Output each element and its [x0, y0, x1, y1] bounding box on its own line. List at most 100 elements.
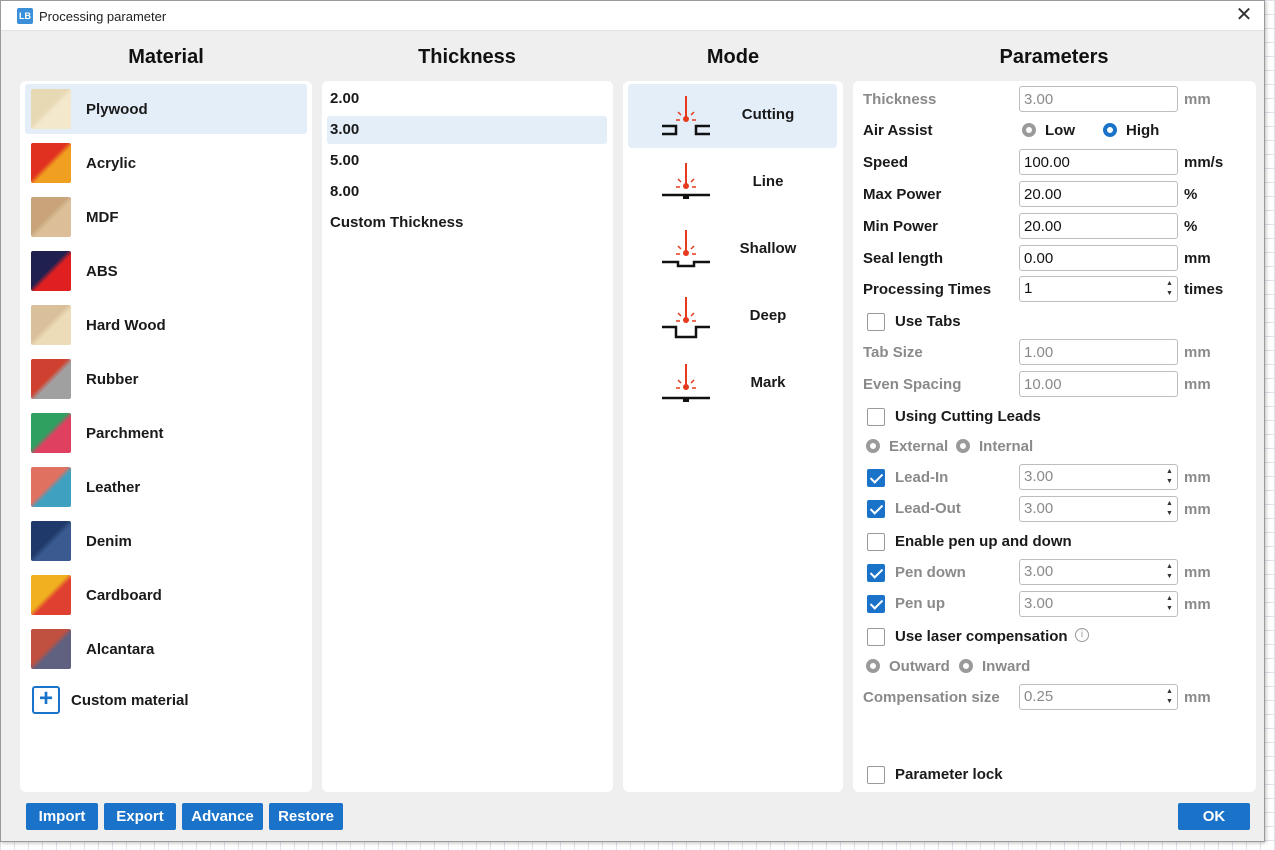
thickness-field[interactable]: [1019, 86, 1178, 112]
material-item[interactable]: Cardboard: [25, 570, 307, 620]
material-item[interactable]: Parchment: [25, 408, 307, 458]
speed-field[interactable]: [1019, 149, 1178, 175]
material-label: Leather: [86, 478, 141, 496]
material-thumbnail: [31, 305, 71, 345]
even-spacing-unit: mm: [1184, 376, 1211, 393]
pen-down-label: Pen down: [895, 564, 966, 581]
material-thumbnail: [31, 89, 71, 129]
mode-item[interactable]: Line: [628, 151, 837, 215]
comp-size-stepper[interactable]: 0.25 ▲ ▼: [1019, 684, 1178, 710]
parameters-panel: Thickness mm Air Assist Low High Speed m…: [853, 81, 1256, 792]
seal-length-field[interactable]: [1019, 245, 1178, 271]
material-item[interactable]: Denim: [25, 516, 307, 566]
deep-icon: [658, 295, 714, 339]
speed-unit: mm/s: [1184, 154, 1224, 171]
tab-size-label: Tab Size: [863, 344, 923, 361]
import-button[interactable]: Import: [26, 803, 98, 830]
material-thumbnail: [31, 413, 71, 453]
spin-arrows-icon[interactable]: ▲ ▼: [1165, 594, 1174, 614]
window-title: Processing parameter: [39, 9, 167, 24]
mode-item[interactable]: Mark: [628, 352, 837, 416]
cutting-leads-label: Using Cutting Leads: [895, 408, 1041, 425]
lead-out-checkbox[interactable]: [867, 500, 885, 518]
processing-times-unit: times: [1184, 281, 1224, 298]
min-power-field[interactable]: [1019, 213, 1178, 239]
inward-label: Inward: [982, 658, 1031, 675]
title-bar: LB Processing parameter ✕: [1, 1, 1264, 31]
internal-label: Internal: [979, 438, 1034, 455]
thickness-item[interactable]: Custom Thickness: [327, 209, 607, 237]
external-radio[interactable]: [866, 439, 880, 453]
pen-up-checkbox[interactable]: [867, 595, 885, 613]
inward-radio[interactable]: [959, 659, 973, 673]
spin-arrows-icon[interactable]: ▲ ▼: [1165, 499, 1174, 519]
material-item[interactable]: Hard Wood: [25, 300, 307, 350]
material-item[interactable]: Rubber: [25, 354, 307, 404]
mode-item[interactable]: Cutting: [628, 84, 837, 148]
external-label: External: [889, 438, 949, 455]
material-thumbnail: [31, 575, 71, 615]
export-button[interactable]: Export: [104, 803, 176, 830]
even-spacing-field[interactable]: [1019, 371, 1178, 397]
material-thumbnail: [31, 197, 71, 237]
laser-comp-checkbox[interactable]: [867, 628, 885, 646]
spin-arrows-icon[interactable]: ▲ ▼: [1165, 279, 1174, 299]
lead-out-label: Lead-Out: [895, 500, 961, 517]
restore-button[interactable]: Restore: [269, 803, 343, 830]
material-item[interactable]: ABS: [25, 246, 307, 296]
mode-item[interactable]: Shallow: [628, 218, 837, 282]
ok-button[interactable]: OK: [1178, 803, 1250, 830]
param-lock-checkbox[interactable]: [867, 766, 885, 784]
pen-down-unit: mm: [1184, 564, 1211, 581]
processing-times-stepper[interactable]: 1 ▲ ▼: [1019, 276, 1178, 302]
mode-panel: Cutting Line Shallow Deep Mark: [623, 81, 843, 792]
cutting-leads-checkbox[interactable]: [867, 408, 885, 426]
max-power-field[interactable]: [1019, 181, 1178, 207]
close-button[interactable]: ✕: [1232, 4, 1256, 28]
thickness-panel: 2.00 3.00 5.00 8.00 Custom Thickness: [322, 81, 613, 792]
material-item[interactable]: MDF: [25, 192, 307, 242]
material-item[interactable]: Plywood: [25, 84, 307, 134]
advance-button[interactable]: Advance: [182, 803, 263, 830]
custom-material-button[interactable]: + Custom material: [32, 686, 189, 714]
tab-size-field[interactable]: [1019, 339, 1178, 365]
lead-in-stepper[interactable]: 3.00 ▲ ▼: [1019, 464, 1178, 490]
material-label: Hard Wood: [86, 316, 166, 334]
material-thumbnail: [31, 629, 71, 669]
material-item[interactable]: Acrylic: [25, 138, 307, 188]
pen-down-value: 3.00: [1024, 563, 1054, 580]
outward-radio[interactable]: [866, 659, 880, 673]
info-icon[interactable]: i: [1075, 628, 1089, 642]
shallow-icon: [658, 228, 714, 272]
min-power-label: Min Power: [863, 218, 939, 235]
pen-down-stepper[interactable]: 3.00 ▲ ▼: [1019, 559, 1178, 585]
comp-size-value: 0.25: [1024, 688, 1054, 705]
internal-radio[interactable]: [956, 439, 970, 453]
processing-times-label: Processing Times: [863, 281, 992, 298]
mode-item[interactable]: Deep: [628, 285, 837, 349]
thickness-item[interactable]: 5.00: [327, 147, 607, 175]
pen-updown-checkbox[interactable]: [867, 533, 885, 551]
thickness-heading: Thickness: [418, 46, 516, 68]
material-panel: Plywood Acrylic MDF ABS Hard Wood Rubber Parch…: [20, 81, 312, 792]
thickness-item[interactable]: 2.00: [327, 85, 607, 113]
pen-up-stepper[interactable]: 3.00 ▲ ▼: [1019, 591, 1178, 617]
lead-out-stepper[interactable]: 3.00 ▲ ▼: [1019, 496, 1178, 522]
spin-arrows-icon[interactable]: ▲ ▼: [1165, 687, 1174, 707]
comp-size-unit: mm: [1184, 689, 1211, 706]
use-tabs-checkbox[interactable]: [867, 313, 885, 331]
lead-in-checkbox[interactable]: [867, 469, 885, 487]
lead-out-unit: mm: [1184, 501, 1211, 518]
air-assist-high-label: High: [1126, 122, 1160, 139]
thickness-item[interactable]: 3.00: [327, 116, 607, 144]
spin-arrows-icon[interactable]: ▲ ▼: [1165, 562, 1174, 582]
air-assist-low-radio[interactable]: [1022, 123, 1036, 137]
air-assist-high-radio[interactable]: [1103, 123, 1117, 137]
material-item[interactable]: Leather: [25, 462, 307, 512]
material-item[interactable]: Alcantara: [25, 624, 307, 674]
max-power-unit: %: [1184, 186, 1198, 203]
spin-arrows-icon[interactable]: ▲ ▼: [1165, 467, 1174, 487]
lead-out-value: 3.00: [1024, 500, 1054, 517]
thickness-item[interactable]: 8.00: [327, 178, 607, 206]
pen-down-checkbox[interactable]: [867, 564, 885, 582]
